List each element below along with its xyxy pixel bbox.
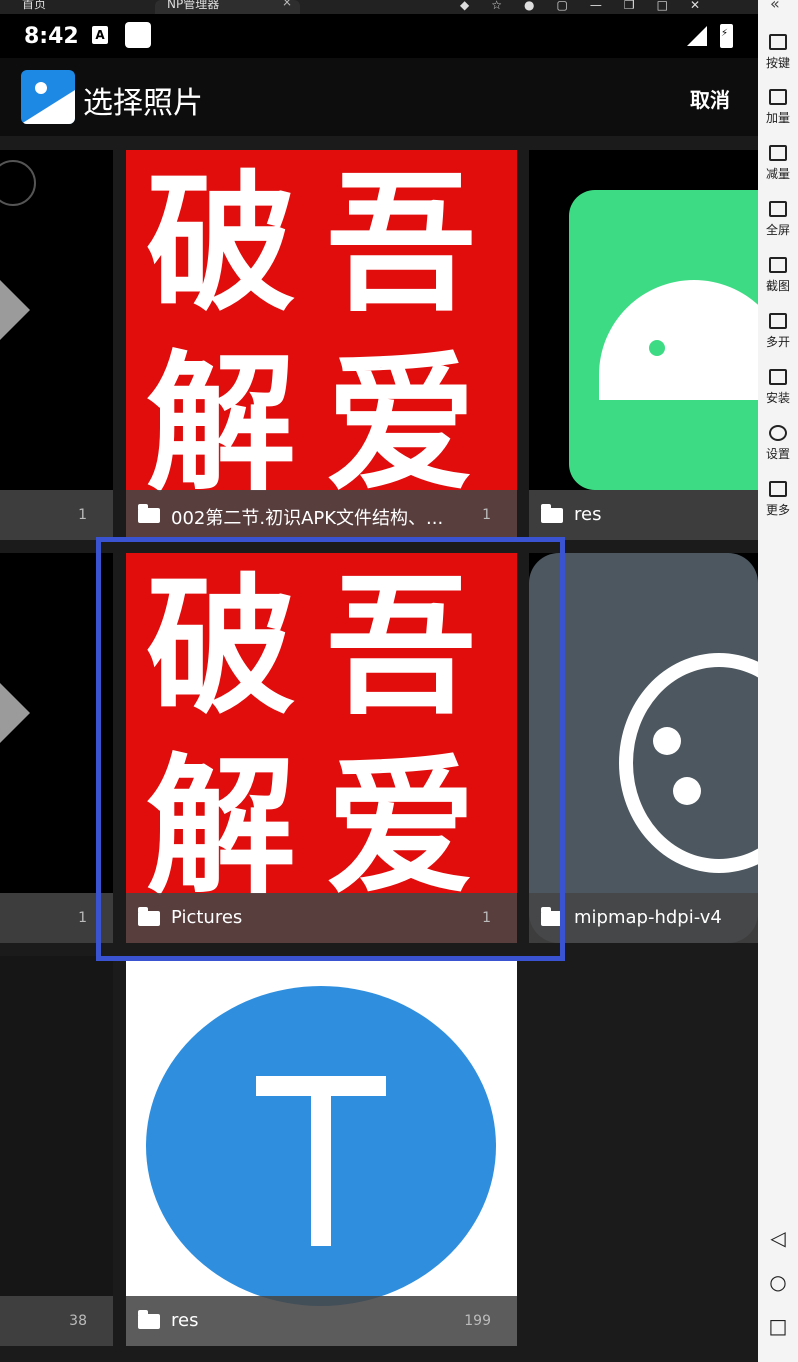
keyboard-a-icon: A <box>92 26 108 44</box>
sidebar-item-screenshot[interactable]: 截图 <box>758 257 798 294</box>
recents-icon[interactable]: □ <box>768 1314 788 1338</box>
window-close-icon[interactable]: ✕ <box>690 0 700 12</box>
fullscreen-icon <box>769 201 787 217</box>
collapse-icon[interactable]: « <box>770 0 780 13</box>
sidebar-item-fullscreen[interactable]: 全屏 <box>758 201 798 238</box>
gallery-app-icon <box>21 70 75 124</box>
album-name: res <box>171 1310 199 1331</box>
app-bar: 选择照片 取消 <box>0 58 758 136</box>
album-tile[interactable]: res <box>529 150 758 540</box>
album-count: 1 <box>78 507 87 523</box>
android-eye <box>649 340 665 356</box>
status-time: 8:42 <box>24 24 79 49</box>
multi-instance-icon <box>769 313 787 329</box>
seal-char: 破 <box>146 158 297 332</box>
back-icon[interactable]: ◁ <box>768 1226 788 1250</box>
scissors-icon <box>769 257 787 273</box>
album-count: 1 <box>482 507 491 523</box>
album-count: 199 <box>464 1313 491 1329</box>
coin-stroke <box>256 1076 386 1096</box>
restore-icon[interactable]: ❐ <box>624 0 635 12</box>
sidebar-label: 加量 <box>765 111 790 125</box>
notification-icon <box>125 22 151 48</box>
coin-icon <box>146 986 496 1306</box>
album-name: 002第二节.初识APK文件结构、... <box>171 508 444 529</box>
sidebar-item-settings[interactable]: 设置 <box>758 425 798 462</box>
sidebar-item-volume-up[interactable]: 加量 <box>758 89 798 126</box>
album-caption: 002第二节.初识APK文件结构、... 1 <box>126 490 517 540</box>
sidebar-item-keys[interactable]: 按键 <box>758 34 798 71</box>
sidebar-label: 更多 <box>765 503 790 517</box>
album-name: res <box>574 504 602 525</box>
album-caption: 38 <box>0 1296 113 1346</box>
sidebar-item-install[interactable]: 安装 <box>758 369 798 406</box>
tab-home[interactable]: 首页 <box>22 0 46 14</box>
bug-icon <box>0 160 36 206</box>
close-icon[interactable]: × <box>282 0 292 8</box>
album-tile[interactable]: 38 <box>0 956 113 1346</box>
volume-down-icon <box>769 145 787 161</box>
album-name: mipmap-hdpi-v4 <box>574 907 722 928</box>
app-thumbnail <box>0 683 30 743</box>
settings-icon <box>769 425 787 441</box>
sidebar-label: 多开 <box>765 335 790 349</box>
album-caption: res 199 <box>126 1296 517 1346</box>
volume-up-icon <box>769 89 787 105</box>
status-bar: 8:42 A <box>0 14 758 58</box>
seal-char: 吾 <box>326 158 477 332</box>
seal-char: 解 <box>146 338 297 512</box>
sidebar-label: 截图 <box>765 279 790 293</box>
seal-char: 爱 <box>326 338 477 512</box>
folder-icon <box>138 504 160 523</box>
selection-highlight <box>96 537 565 961</box>
sidebar-item-multi[interactable]: 多开 <box>758 313 798 350</box>
album-tile[interactable]: 破 吾 解 爱 002第二节.初识APK文件结构、... 1 <box>126 150 517 540</box>
album-tile[interactable]: 1 <box>0 150 113 540</box>
user-icon[interactable]: ● <box>524 0 534 12</box>
bug-dot <box>653 727 681 755</box>
album-caption: res <box>529 490 758 540</box>
folder-icon <box>541 504 563 523</box>
app-thumbnail <box>0 280 30 340</box>
window-controls: ◆ ☆ ● ▢ — ❐ □ ✕ <box>460 0 722 12</box>
sidebar-label: 按键 <box>765 56 790 70</box>
keyboard-icon <box>769 34 787 50</box>
browser-tab-strip: 首页 NP管理器 × ◆ ☆ ● ▢ — ❐ □ ✕ <box>0 0 758 14</box>
sidebar-label: 设置 <box>765 447 790 461</box>
minimize-icon[interactable]: — <box>590 0 602 12</box>
maximize-icon[interactable]: □ <box>657 0 668 12</box>
battery-icon <box>720 24 733 48</box>
cancel-button[interactable]: 取消 <box>690 84 730 113</box>
shield-icon[interactable]: ◆ <box>460 0 469 12</box>
sidebar-label: 安装 <box>765 391 790 405</box>
album-tile[interactable]: res 199 <box>126 956 517 1346</box>
signal-icon <box>687 26 707 46</box>
album-count: 38 <box>69 1313 87 1329</box>
sidebar-item-volume-down[interactable]: 减量 <box>758 145 798 182</box>
seal-thumbnail: 破 吾 解 爱 <box>126 150 517 540</box>
more-icon <box>769 481 787 497</box>
bug-dot <box>673 777 701 805</box>
sidebar-item-more[interactable]: 更多 <box>758 481 798 518</box>
folder-icon <box>138 1310 160 1329</box>
sidebar-label: 减量 <box>765 167 790 181</box>
window-icon[interactable]: ▢ <box>556 0 567 12</box>
apk-install-icon <box>769 369 787 385</box>
album-count: 1 <box>78 910 87 926</box>
tab-label: NP管理器 <box>167 0 220 11</box>
page-title: 选择照片 <box>83 86 203 121</box>
tab-np-manager[interactable]: NP管理器 × <box>155 0 300 14</box>
album-caption: 1 <box>0 490 113 540</box>
sidebar-label: 全屏 <box>765 223 790 237</box>
home-icon[interactable]: ○ <box>768 1270 788 1294</box>
star-icon[interactable]: ☆ <box>491 0 502 12</box>
coin-stroke <box>311 1096 331 1246</box>
emulator-sidebar: « 按键 加量 减量 全屏 截图 多开 安装 设置 更多 ◁ ○ □ <box>758 0 798 1362</box>
